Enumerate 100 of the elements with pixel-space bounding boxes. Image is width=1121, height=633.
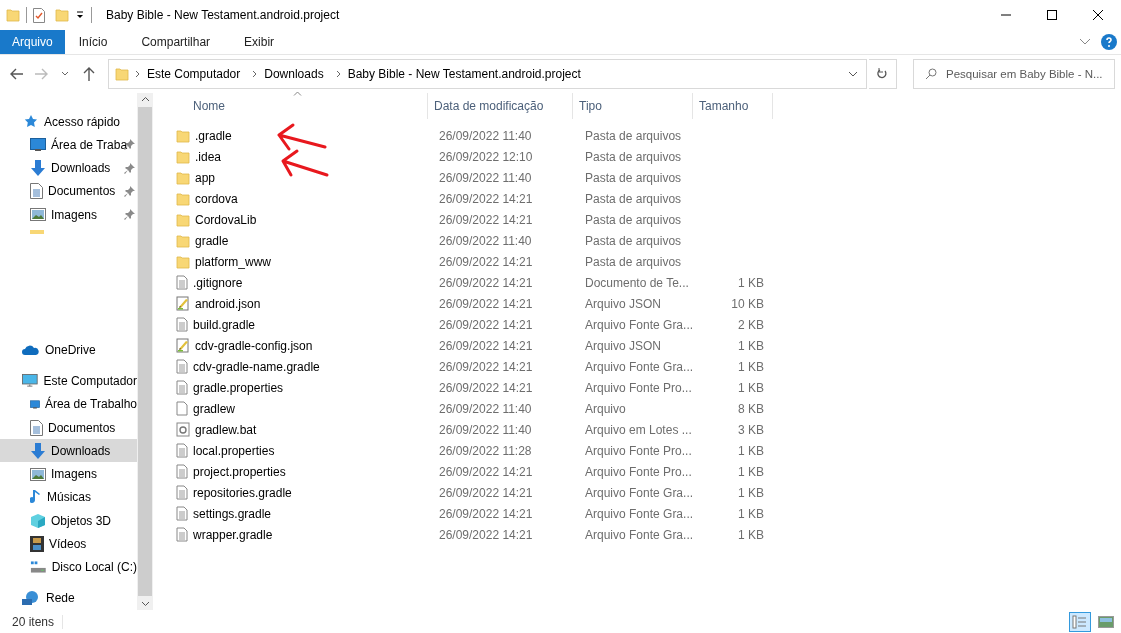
refresh-button[interactable] xyxy=(869,59,897,89)
size-cell-text: 1 KB xyxy=(737,275,765,290)
scrollbar[interactable] xyxy=(137,93,153,610)
file-name[interactable]: cordova xyxy=(195,191,238,206)
document-icon xyxy=(30,419,43,436)
file-name[interactable]: repositories.gradle xyxy=(193,485,292,500)
expand-ribbon-chevron-icon[interactable] xyxy=(1079,38,1091,46)
type-cell-text: Arquivo Fonte Pro... xyxy=(584,380,693,395)
desktop-icon xyxy=(30,138,46,152)
size-cell-text: 1 KB xyxy=(737,443,765,458)
file-name[interactable]: project.properties xyxy=(193,464,286,479)
sidebar-item[interactable]: Objetos 3D xyxy=(0,508,137,533)
date-cell-text: 26/09/2022 14:21 xyxy=(438,338,534,353)
sidebar-section[interactable]: Acesso rápido xyxy=(0,110,137,134)
file-name[interactable]: CordovaLib xyxy=(195,212,257,227)
sidebar-item[interactable]: Disco Local (C:) xyxy=(0,555,137,579)
sidebar-item[interactable]: Área de Traba xyxy=(0,133,137,157)
breadcrumb[interactable]: Downloads xyxy=(258,67,330,81)
help-icon[interactable] xyxy=(1101,34,1117,50)
file-name[interactable]: android.json xyxy=(195,296,261,311)
date-cell-text: 26/09/2022 14:21 xyxy=(438,212,534,227)
file-name[interactable]: app xyxy=(195,170,216,185)
sidebar-item[interactable]: Downloads xyxy=(0,439,137,463)
type-cell-text: Arquivo JSON xyxy=(584,296,663,311)
image-icon xyxy=(30,467,46,481)
window-title: Baby Bible - New Testament.android.project xyxy=(106,8,340,22)
chevron-right-icon xyxy=(134,70,141,78)
sidebar-item[interactable]: Área de Trabalho xyxy=(0,392,137,416)
date-cell-text: 26/09/2022 14:21 xyxy=(438,254,534,269)
file-name[interactable]: wrapper.gradle xyxy=(193,527,273,542)
text-file-icon xyxy=(176,464,188,479)
cube-icon xyxy=(30,512,46,529)
sidebar-section[interactable]: Este Computador xyxy=(0,369,137,393)
dropdown-caret-icon[interactable] xyxy=(75,10,85,20)
sidebar-item[interactable]: Vídeos xyxy=(0,532,137,556)
column-header[interactable]: Data de modificação xyxy=(428,93,573,119)
size-cell-text: 1 KB xyxy=(737,338,765,353)
sidebar-item[interactable]: Documentos xyxy=(0,179,137,204)
ribbon-tab[interactable]: Exibir xyxy=(232,30,287,54)
file-name[interactable]: cdv-gradle-config.json xyxy=(195,338,313,353)
text-file-icon xyxy=(176,275,188,290)
type-cell-text: Pasta de arquivos xyxy=(584,212,683,227)
breadcrumb[interactable]: Este Computador xyxy=(140,67,247,81)
sidebar-item[interactable]: Imagens xyxy=(0,203,137,227)
file-name[interactable]: local.properties xyxy=(193,443,275,458)
file-name[interactable]: settings.gradle xyxy=(193,506,272,521)
details-view-button[interactable] xyxy=(1069,611,1091,632)
date-cell-text: 26/09/2022 14:21 xyxy=(438,191,534,206)
column-header[interactable]: Nome xyxy=(173,93,428,119)
size-cell-text: 1 KB xyxy=(737,527,765,542)
type-cell-text: Arquivo Fonte Pro... xyxy=(584,443,693,458)
file-name[interactable]: .idea xyxy=(195,149,222,164)
text-file-icon xyxy=(176,380,188,395)
ribbon-tab[interactable]: Início xyxy=(66,30,120,54)
text-file-icon xyxy=(176,485,188,500)
date-cell-text: 26/09/2022 14:21 xyxy=(438,359,534,374)
breadcrumb[interactable]: Baby Bible - New Testament.android.project xyxy=(341,67,587,81)
size-cell-text: 1 KB xyxy=(737,485,765,500)
type-cell-text: Pasta de arquivos xyxy=(584,149,683,164)
file-name[interactable]: gradlew.bat xyxy=(195,422,257,437)
folder-icon xyxy=(55,8,69,22)
file-name[interactable]: .gradle xyxy=(195,128,232,143)
date-cell-text: 26/09/2022 11:40 xyxy=(438,422,533,437)
json-file-icon xyxy=(176,338,190,353)
sidebar-section[interactable]: Rede xyxy=(0,586,137,610)
search-field[interactable]: Pesquisar em Baby Bible - N... xyxy=(912,59,1115,89)
folder-icon xyxy=(176,170,190,185)
ribbon-tab[interactable]: Arquivo xyxy=(0,30,65,54)
size-cell-text: 8 KB xyxy=(737,401,765,416)
date-cell-text: 26/09/2022 11:28 xyxy=(438,443,533,458)
date-cell-text: 26/09/2022 12:10 xyxy=(438,149,534,164)
file-name[interactable]: build.gradle xyxy=(193,317,256,332)
file-name[interactable]: gradle.properties xyxy=(193,380,284,395)
desktop-icon xyxy=(30,397,40,411)
type-cell-text: Pasta de arquivos xyxy=(584,233,683,248)
sidebar-section[interactable]: OneDrive xyxy=(0,338,137,362)
folder-icon xyxy=(30,230,44,235)
picture-icon xyxy=(1098,615,1114,628)
column-header[interactable]: Tamanho xyxy=(693,93,773,119)
sidebar-item[interactable]: Imagens xyxy=(0,462,137,486)
ribbon-tab[interactable]: Compartilhar xyxy=(129,30,223,54)
address-bar[interactable]: Este Computador Downloads Baby Bible - New Testament.android.project xyxy=(107,59,867,89)
file-name[interactable]: gradle xyxy=(195,233,229,248)
download-arrow-icon xyxy=(30,442,46,459)
text-file-icon xyxy=(176,443,188,458)
sidebar-item[interactable]: Downloads xyxy=(0,156,137,180)
dropdown-chevron-icon[interactable] xyxy=(848,71,858,77)
file-name[interactable]: gradlew xyxy=(193,401,236,416)
properties-icon[interactable] xyxy=(33,7,45,23)
chevron-right-icon xyxy=(335,70,342,78)
sidebar-item[interactable]: Documentos xyxy=(0,415,137,440)
text-file-icon xyxy=(176,506,188,521)
file-name[interactable]: .gitignore xyxy=(193,275,243,290)
file-name[interactable]: platform_www xyxy=(195,254,272,269)
file-name[interactable]: cdv-gradle-name.gradle xyxy=(193,359,320,374)
column-header[interactable]: Tipo xyxy=(573,93,693,119)
pin-icon xyxy=(124,162,135,174)
json-file-icon xyxy=(176,296,190,311)
sidebar-item[interactable]: Músicas xyxy=(0,485,137,509)
pin-icon xyxy=(124,209,135,221)
